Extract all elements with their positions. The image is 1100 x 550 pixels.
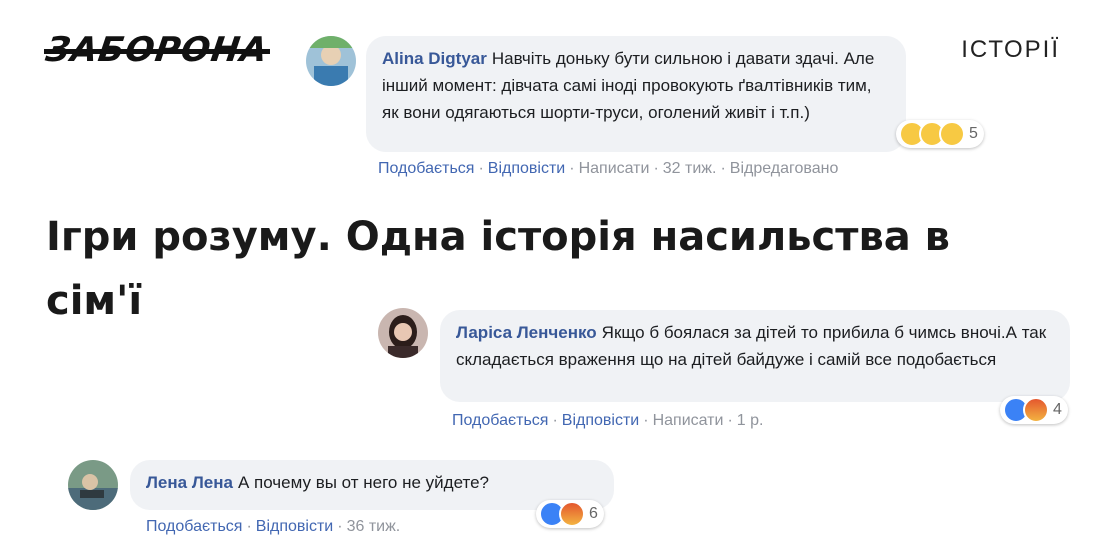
write-link[interactable]: Написати xyxy=(579,160,650,177)
comment-bubble: Alina Digtyar Навчіть доньку бути сильною… xyxy=(366,36,906,152)
comment-actions: Подобається · Відповісти · 36 тиж. xyxy=(146,518,401,535)
comment-bubble: Ларіса Ленченко Якщо б боялася за дітей т… xyxy=(440,310,1070,402)
timestamp[interactable]: 32 тиж. xyxy=(663,160,717,177)
reaction-count: 4 xyxy=(1053,401,1062,418)
like-link[interactable]: Подобається xyxy=(378,160,474,177)
comment-author[interactable]: Ларіса Ленченко xyxy=(456,323,597,342)
like-link[interactable]: Подобається xyxy=(452,412,548,429)
comment-actions: Подобається · Відповісти · Написати · 32 тиж. ·… xyxy=(378,160,839,177)
edited-label[interactable]: Відредаговано xyxy=(730,160,839,177)
reaction-count: 6 xyxy=(589,505,598,522)
comment-author[interactable]: Лена Лена xyxy=(146,473,233,492)
reply-link[interactable]: Відповісти xyxy=(256,518,333,535)
avatar[interactable] xyxy=(306,36,356,86)
avatar[interactable] xyxy=(68,460,118,510)
reactions-summary[interactable]: 5 xyxy=(896,120,984,148)
write-link[interactable]: Написати xyxy=(653,412,724,429)
reactions-summary[interactable]: 6 xyxy=(536,500,604,528)
reaction-count: 5 xyxy=(969,125,978,142)
avatar[interactable] xyxy=(378,308,428,358)
section-label[interactable]: ІСТОРІЇ xyxy=(961,36,1060,64)
like-link[interactable]: Подобається xyxy=(146,518,242,535)
comment-actions: Подобається · Відповісти · Написати · 1 р. xyxy=(452,412,764,429)
comment-author[interactable]: Alina Digtyar xyxy=(382,49,487,68)
reactions-summary[interactable]: 4 xyxy=(1000,396,1068,424)
angry-emoji-icon xyxy=(1023,397,1049,423)
angry-emoji-icon xyxy=(559,501,585,527)
timestamp[interactable]: 1 р. xyxy=(737,412,764,429)
reply-link[interactable]: Відповісти xyxy=(562,412,639,429)
wow-emoji-icon xyxy=(939,121,965,147)
brand-logo[interactable]: ЗАБОРОНА xyxy=(43,30,271,70)
comment-text: А почему вы от него не уйдете? xyxy=(237,473,489,492)
timestamp[interactable]: 36 тиж. xyxy=(347,518,401,535)
reply-link[interactable]: Відповісти xyxy=(488,160,565,177)
